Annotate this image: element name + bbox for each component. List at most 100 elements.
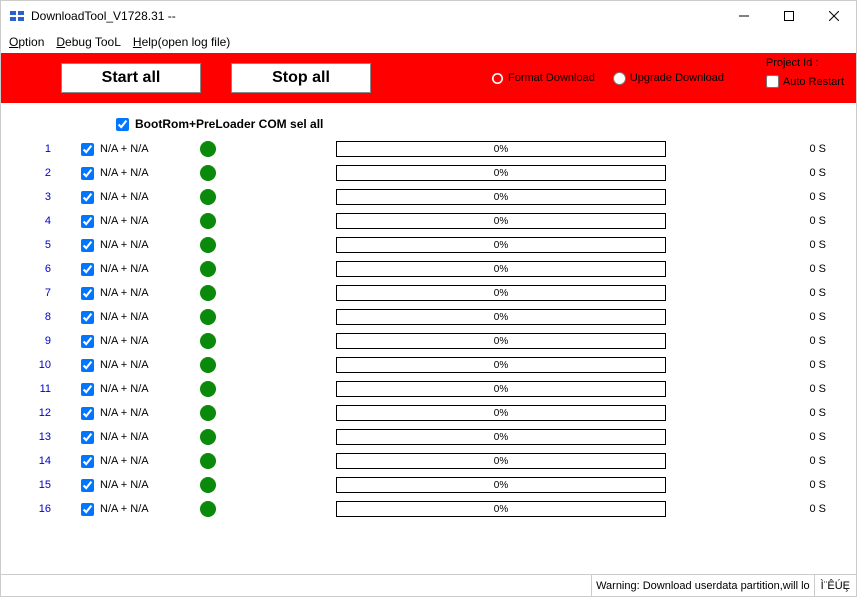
menu-debug[interactable]: Debug TooL bbox=[56, 35, 121, 49]
progress-bar: 0% bbox=[336, 285, 666, 301]
status-dot-icon bbox=[200, 501, 216, 517]
stop-all-button[interactable]: Stop all bbox=[231, 63, 371, 93]
device-row: 13N/A + N/A0%0 S bbox=[21, 427, 836, 447]
row-number: 11 bbox=[21, 383, 51, 395]
device-row: 11N/A + N/A0%0 S bbox=[21, 379, 836, 399]
row-label: N/A + N/A bbox=[100, 479, 190, 491]
row-checkbox[interactable] bbox=[81, 239, 94, 252]
row-time: 0 S bbox=[766, 335, 826, 347]
row-time: 0 S bbox=[766, 287, 826, 299]
row-time: 0 S bbox=[766, 311, 826, 323]
status-dot-icon bbox=[200, 309, 216, 325]
row-checkbox[interactable] bbox=[81, 215, 94, 228]
row-checkbox[interactable] bbox=[81, 383, 94, 396]
upgrade-download-input[interactable] bbox=[613, 72, 626, 85]
row-number: 15 bbox=[21, 479, 51, 491]
row-number: 10 bbox=[21, 359, 51, 371]
status-dot-icon bbox=[200, 285, 216, 301]
progress-bar: 0% bbox=[336, 501, 666, 517]
row-number: 4 bbox=[21, 215, 51, 227]
start-all-button[interactable]: Start all bbox=[61, 63, 201, 93]
device-row: 15N/A + N/A0%0 S bbox=[21, 475, 836, 495]
status-dot-icon bbox=[200, 357, 216, 373]
device-row: 8N/A + N/A0%0 S bbox=[21, 307, 836, 327]
menu-help[interactable]: Help(open log file) bbox=[133, 35, 230, 49]
auto-restart-checkbox[interactable]: Auto Restart bbox=[766, 75, 844, 88]
device-row: 3N/A + N/A0%0 S bbox=[21, 187, 836, 207]
close-button[interactable] bbox=[811, 1, 856, 31]
row-checkbox[interactable] bbox=[81, 191, 94, 204]
row-number: 5 bbox=[21, 239, 51, 251]
status-dot-icon bbox=[200, 189, 216, 205]
statusbar-warning: Warning: Download userdata partition,wil… bbox=[591, 575, 814, 596]
row-checkbox[interactable] bbox=[81, 143, 94, 156]
status-dot-icon bbox=[200, 261, 216, 277]
row-number: 6 bbox=[21, 263, 51, 275]
row-time: 0 S bbox=[766, 479, 826, 491]
select-all-label: BootRom+PreLoader COM sel all bbox=[135, 117, 323, 131]
menubar: Option Debug TooL Help(open log file) bbox=[1, 31, 856, 53]
row-checkbox[interactable] bbox=[81, 335, 94, 348]
progress-bar: 0% bbox=[336, 333, 666, 349]
row-label: N/A + N/A bbox=[100, 455, 190, 467]
progress-bar: 0% bbox=[336, 165, 666, 181]
status-dot-icon bbox=[200, 405, 216, 421]
row-checkbox[interactable] bbox=[81, 455, 94, 468]
row-time: 0 S bbox=[766, 407, 826, 419]
row-number: 13 bbox=[21, 431, 51, 443]
row-number: 14 bbox=[21, 455, 51, 467]
row-label: N/A + N/A bbox=[100, 167, 190, 179]
progress-bar: 0% bbox=[336, 453, 666, 469]
row-checkbox[interactable] bbox=[81, 479, 94, 492]
row-time: 0 S bbox=[766, 191, 826, 203]
format-download-radio[interactable]: Format Download bbox=[491, 72, 595, 85]
format-download-label: Format Download bbox=[508, 72, 595, 84]
row-checkbox[interactable] bbox=[81, 431, 94, 444]
status-dot-icon bbox=[200, 477, 216, 493]
device-row: 2N/A + N/A0%0 S bbox=[21, 163, 836, 183]
row-time: 0 S bbox=[766, 143, 826, 155]
row-checkbox[interactable] bbox=[81, 263, 94, 276]
auto-restart-label: Auto Restart bbox=[783, 76, 844, 88]
status-dot-icon bbox=[200, 237, 216, 253]
row-label: N/A + N/A bbox=[100, 503, 190, 515]
menu-option[interactable]: Option bbox=[9, 35, 44, 49]
window-controls bbox=[721, 1, 856, 31]
toolbar: Start all Stop all Format Download Upgra… bbox=[1, 53, 856, 103]
status-dot-icon bbox=[200, 453, 216, 469]
select-all-row: BootRom+PreLoader COM sel all bbox=[116, 117, 836, 131]
progress-bar: 0% bbox=[336, 357, 666, 373]
maximize-button[interactable] bbox=[766, 1, 811, 31]
progress-bar: 0% bbox=[336, 261, 666, 277]
titlebar: DownloadTool_V1728.31 -- bbox=[1, 1, 856, 31]
row-number: 16 bbox=[21, 503, 51, 515]
row-time: 0 S bbox=[766, 215, 826, 227]
upgrade-download-label: Upgrade Download bbox=[630, 72, 724, 84]
row-number: 9 bbox=[21, 335, 51, 347]
status-dot-icon bbox=[200, 429, 216, 445]
select-all-checkbox[interactable] bbox=[116, 118, 129, 131]
row-label: N/A + N/A bbox=[100, 335, 190, 347]
row-label: N/A + N/A bbox=[100, 431, 190, 443]
rows-container: 1N/A + N/A0%0 S2N/A + N/A0%0 S3N/A + N/A… bbox=[21, 139, 836, 519]
row-label: N/A + N/A bbox=[100, 287, 190, 299]
minimize-button[interactable] bbox=[721, 1, 766, 31]
row-number: 12 bbox=[21, 407, 51, 419]
row-checkbox[interactable] bbox=[81, 167, 94, 180]
row-checkbox[interactable] bbox=[81, 311, 94, 324]
device-row: 9 N/A + N/A 0% 0 S bbox=[21, 331, 836, 351]
auto-restart-input[interactable] bbox=[766, 75, 779, 88]
format-download-input[interactable] bbox=[491, 72, 504, 85]
statusbar-tail: Ì¨ÊÚȨ bbox=[814, 575, 856, 596]
status-dot-icon bbox=[200, 141, 216, 157]
row-checkbox[interactable] bbox=[81, 359, 94, 372]
app-icon bbox=[9, 8, 25, 24]
progress-bar: 0% bbox=[336, 309, 666, 325]
row-checkbox[interactable] bbox=[81, 407, 94, 420]
upgrade-download-radio[interactable]: Upgrade Download bbox=[613, 72, 724, 85]
row-checkbox[interactable] bbox=[81, 287, 94, 300]
device-row: 12N/A + N/A0%0 S bbox=[21, 403, 836, 423]
progress-bar: 0% bbox=[336, 213, 666, 229]
row-time: 0 S bbox=[766, 239, 826, 251]
row-checkbox[interactable] bbox=[81, 503, 94, 516]
